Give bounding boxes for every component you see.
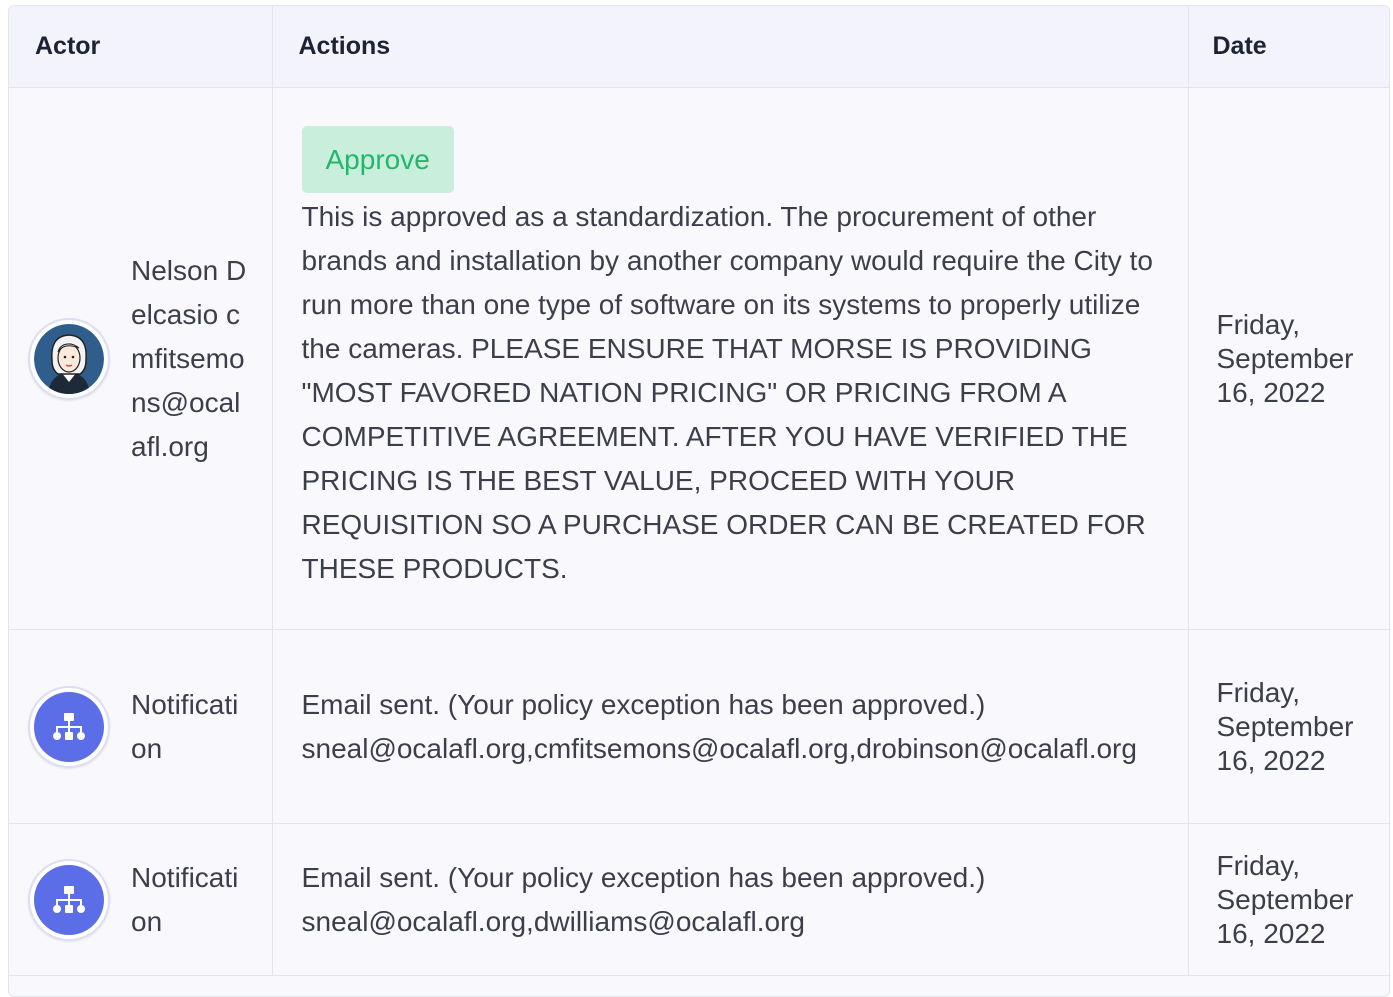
email-recipients: sneal@ocalafl.org,cmfitsemons@ocalafl.or… [301, 732, 1137, 764]
table-row: Nelson Delcasio cmfitsemons@ocalafl.org … [9, 87, 1389, 630]
org-chart-icon [34, 864, 104, 935]
action-cell: Approve This is approved as a standardiz… [272, 87, 1189, 630]
avatar [28, 858, 110, 941]
actor-cell: Nelson Delcasio cmfitsemons@ocalafl.org [9, 87, 273, 630]
actor-cell: Notification [9, 823, 273, 976]
email-sent-text: Email sent. (Your policy exception has b… [301, 688, 986, 720]
actor-name[interactable]: Notification [131, 683, 251, 771]
approve-badge: Approve [301, 126, 454, 193]
date-cell: Friday, September 16, 2022 [1188, 87, 1389, 630]
table-row: Notification Email sent. (Your policy ex… [9, 629, 1389, 824]
column-header-actor[interactable]: Actor [9, 6, 273, 88]
actor-cell: Notification [9, 629, 273, 824]
column-header-actions[interactable]: Actions [272, 6, 1189, 88]
action-cell: Email sent. (Your policy exception has b… [272, 629, 1189, 824]
action-cell: Email sent. (Your policy exception has b… [272, 823, 1189, 976]
avatar [28, 685, 110, 768]
email-recipients: sneal@ocalafl.org,dwilliams@ocalafl.org [301, 905, 806, 937]
avatar [28, 317, 110, 400]
date-cell: Friday, September 16, 2022 [1188, 629, 1389, 824]
actor-name[interactable]: Notification [131, 856, 251, 944]
email-sent-text: Email sent. (Your policy exception has b… [301, 861, 986, 893]
org-chart-icon [34, 691, 104, 762]
audit-table: Actor Actions Date Nelson Delcasio cmfit… [8, 5, 1390, 997]
column-header-date[interactable]: Date [1188, 6, 1389, 88]
woman-portrait-icon [34, 323, 104, 394]
actor-name[interactable]: Nelson Delcasio cmfitsemons@ocalafl.org [131, 249, 251, 469]
action-comment: This is approved as a standardization. T… [301, 201, 1153, 584]
table-row: Notification Email sent. (Your policy ex… [9, 823, 1389, 976]
table-header-row: Actor Actions Date [9, 6, 1389, 88]
date-cell: Friday, September 16, 2022 [1188, 823, 1389, 976]
